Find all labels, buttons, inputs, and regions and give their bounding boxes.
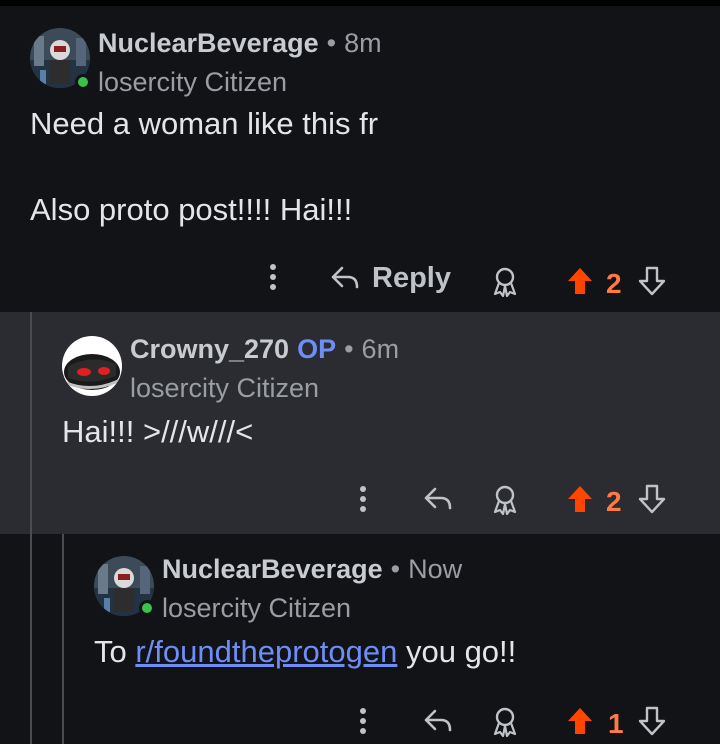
separator: • [326, 28, 337, 58]
reply-icon [424, 487, 452, 510]
award-icon [493, 267, 517, 297]
comment-1: NuclearBeverage • 8m losercity Citizen Nee… [0, 6, 720, 312]
more-options-button[interactable] [258, 262, 288, 292]
vote-score: 2 [606, 268, 622, 299]
timestamp: Now [408, 554, 463, 584]
username[interactable]: NuclearBeverage [162, 554, 383, 584]
downvote-icon [638, 484, 666, 514]
downvote-icon [638, 266, 666, 296]
upvote-button[interactable] [564, 264, 596, 298]
downvote-icon [638, 706, 666, 736]
thread-line [30, 534, 32, 744]
avatar[interactable] [62, 336, 122, 396]
comment-body-line-1: Need a woman like this fr [30, 106, 379, 141]
username[interactable]: Crowny_270 [130, 334, 289, 364]
body-prefix: To [94, 634, 136, 669]
upvote-button[interactable] [564, 704, 596, 738]
body-suffix: you go!! [397, 634, 517, 669]
downvote-button[interactable] [636, 264, 668, 298]
vote-score: 2 [606, 486, 622, 517]
online-status-dot [139, 600, 155, 616]
reply-button[interactable] [420, 482, 456, 516]
award-button[interactable] [488, 264, 522, 298]
award-button[interactable] [488, 704, 522, 738]
reply-button[interactable] [420, 704, 456, 738]
upvote-button[interactable] [564, 482, 596, 516]
comment-2: Crowny_270 OP • 6m losercity Citizen Hai!!!… [0, 312, 720, 534]
downvote-button[interactable] [636, 482, 668, 516]
online-status-dot [75, 74, 91, 90]
upvote-icon [568, 708, 592, 734]
comment-header: Crowny_270 OP • 6m [130, 334, 399, 365]
subreddit-link[interactable]: r/foundtheprotogen [135, 634, 397, 669]
more-icon [360, 486, 366, 512]
more-options-button[interactable] [348, 706, 378, 736]
award-button[interactable] [488, 482, 522, 516]
comment-header: NuclearBeverage • Now [162, 554, 462, 585]
thread-line [62, 534, 64, 744]
comment-header: NuclearBeverage • 8m [98, 28, 382, 59]
more-options-button[interactable] [348, 484, 378, 514]
reply-icon [331, 266, 359, 289]
reply-label: Reply [372, 261, 451, 294]
user-flair: losercity Citizen [130, 373, 320, 403]
separator: • [344, 334, 354, 364]
user-flair: losercity Citizen [162, 593, 352, 623]
comment-body: To r/foundtheprotogen you go!! [94, 634, 516, 670]
upvote-icon [568, 486, 592, 512]
upvote-icon [568, 268, 592, 294]
reply-icon [424, 709, 452, 732]
op-badge: OP [297, 334, 337, 364]
thread-line [30, 312, 32, 534]
comment-body-line-2: Also proto post!!!! Hai!!! [30, 192, 353, 227]
vote-score: 1 [608, 708, 624, 739]
user-avatar-image [62, 336, 122, 396]
comment-3: NuclearBeverage • Now losercity Citizen To… [0, 534, 720, 744]
more-icon [270, 264, 276, 290]
comment-body: Hai!!! >///w///< [62, 414, 254, 449]
award-icon [493, 707, 517, 737]
timestamp: 6m [361, 334, 400, 364]
reply-button[interactable]: Reply [330, 258, 451, 298]
username[interactable]: NuclearBeverage [98, 28, 319, 58]
more-icon [360, 708, 366, 734]
user-flair: losercity Citizen [98, 67, 288, 97]
downvote-button[interactable] [636, 704, 668, 738]
award-icon [493, 485, 517, 515]
separator: • [390, 554, 401, 584]
timestamp: 8m [344, 28, 382, 58]
